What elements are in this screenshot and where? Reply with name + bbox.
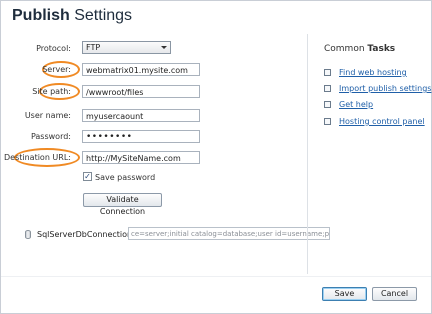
destination-url-label: Destination URL: [3,153,71,162]
task-label: Get help [339,100,374,109]
common-tasks-prefix: Common [324,44,368,54]
common-tasks-bold: Tasks [367,44,396,54]
task-label: Find web hosting [339,68,407,77]
protocol-select[interactable]: FTP [82,41,171,54]
link-icon [324,69,331,76]
help-icon [324,101,331,108]
task-label: Import publish settings [339,84,432,93]
footer-divider [1,276,431,277]
dialog-title-rest: Settings [69,7,133,24]
destination-url-input[interactable]: http://MySiteName.com [82,151,200,164]
cancel-button[interactable]: Cancel [372,287,417,301]
site-path-input[interactable]: /wwwroot/files [82,85,200,98]
dialog-title-bold: Publish [12,7,70,24]
save-password-checkbox[interactable]: ✓ [83,172,92,181]
dialog-title: Publish Settings [12,7,132,25]
user-name-input[interactable]: myusercaount [82,109,200,122]
validate-connection-button[interactable]: Validate Connection [83,193,162,216]
server-input[interactable]: webmatrix01.mysite.com [82,63,200,76]
save-button[interactable]: Save [322,287,367,301]
server-label: Server: [42,65,71,74]
protocol-label: Protocol: [36,44,71,53]
import-icon [324,85,331,92]
chevron-down-icon [161,46,167,49]
task-import-publish-settings[interactable]: Import publish settings [324,84,431,93]
connection-name-label: SqlServerDbConnection [37,230,133,239]
common-tasks-heading: Common Tasks [324,44,395,54]
task-label: Hosting control panel [339,117,425,126]
database-icon [25,230,31,239]
panel-divider [307,34,308,274]
save-password-label: Save password [95,173,156,182]
password-label: Password: [30,132,71,141]
publish-settings-dialog: Publish Settings Protocol: FTP Server: w… [0,0,432,314]
password-input[interactable]: •••••••• [82,130,200,143]
task-get-help[interactable]: Get help [324,100,373,109]
site-path-label: Site path: [32,87,71,96]
user-name-label: User name: [24,111,71,120]
connection-string-input[interactable]: ce=server;initial catalog=database;user … [128,227,330,240]
task-find-web-hosting[interactable]: Find web hosting [324,68,407,77]
protocol-value: FTP [86,43,101,52]
panel-icon [324,118,331,125]
task-hosting-control-panel[interactable]: Hosting control panel [324,117,425,126]
